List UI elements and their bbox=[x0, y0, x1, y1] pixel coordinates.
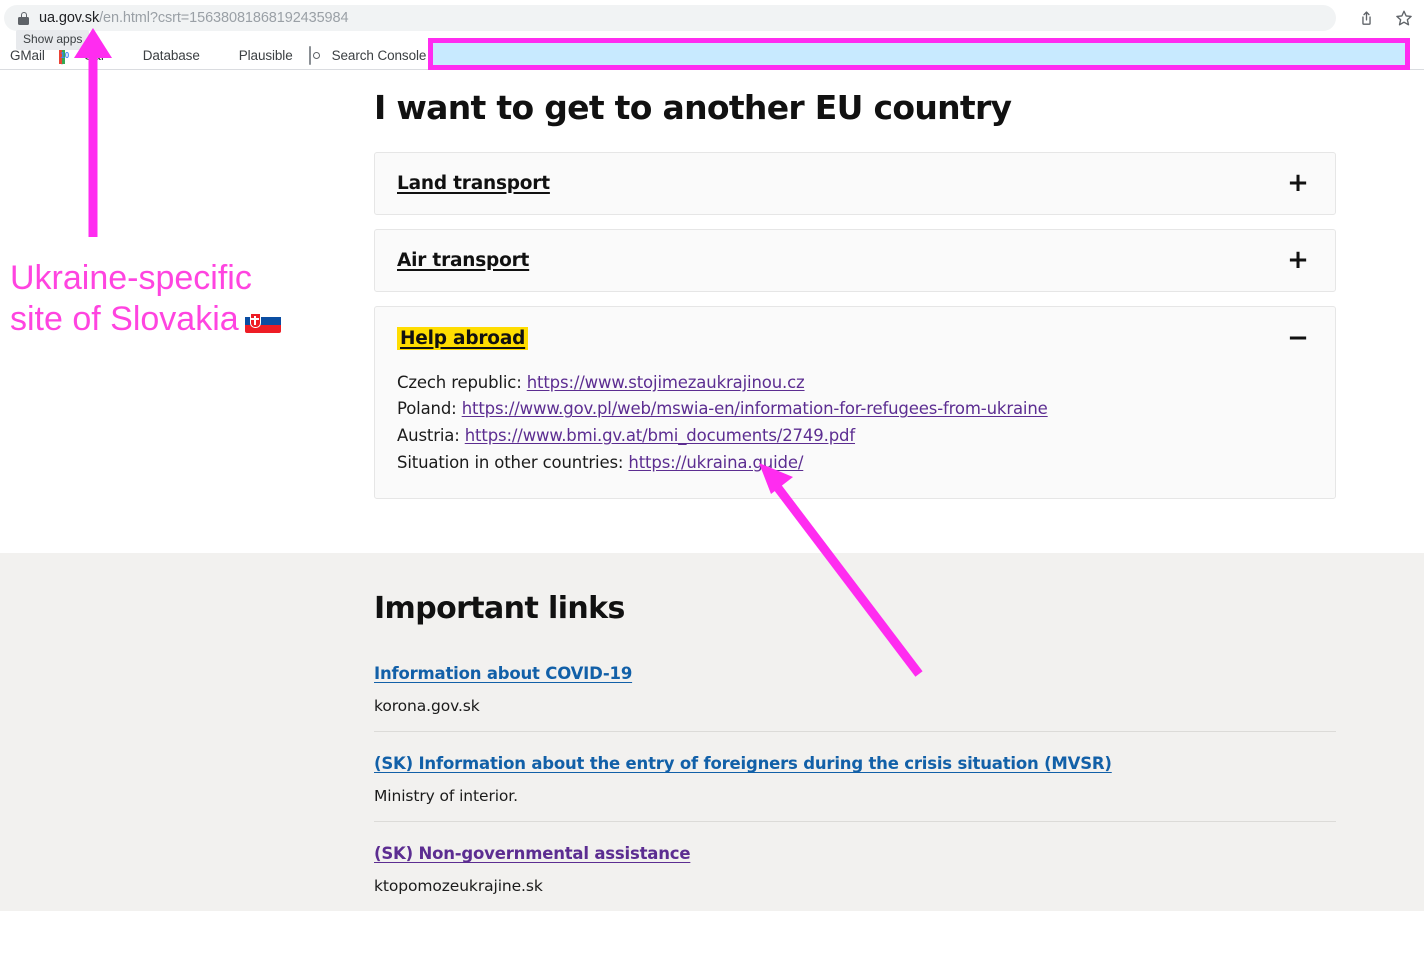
plus-icon[interactable]: + bbox=[1285, 170, 1311, 196]
search-console-icon bbox=[308, 46, 325, 65]
help-line-prefix: Situation in other countries: bbox=[397, 452, 629, 472]
redaction-highlight-box bbox=[428, 38, 1410, 70]
minus-icon[interactable]: − bbox=[1285, 325, 1311, 351]
accordion-title: Air transport bbox=[397, 249, 530, 271]
help-line: Czech republic: https://www.stojimezaukr… bbox=[397, 370, 1311, 397]
list-item: Information about COVID-19 korona.gov.sk bbox=[374, 664, 1336, 731]
section-title: Important links bbox=[374, 591, 625, 627]
accordion-body: Czech republic: https://www.stojimezaukr… bbox=[375, 370, 1335, 499]
accordion-title: Land transport bbox=[397, 172, 550, 194]
accordion-header[interactable]: Land transport + bbox=[375, 153, 1335, 214]
url-text: ua.gov.sk/en.html?csrt=15638081868192435… bbox=[39, 10, 349, 26]
url-domain: ua.gov.sk bbox=[39, 10, 100, 26]
bookmark-plausible[interactable]: Plausible bbox=[208, 45, 301, 65]
help-link[interactable]: https://ukraina.guide/ bbox=[628, 453, 803, 472]
accordion-header[interactable]: Air transport + bbox=[375, 230, 1335, 291]
bookmark-label: Database bbox=[142, 47, 200, 63]
entry-description: Ministry of interior. bbox=[374, 787, 518, 806]
list-item: (SK) Non-governmental assistance ktopomo… bbox=[374, 821, 1336, 911]
accordion-header[interactable]: Help abroad − bbox=[375, 307, 1335, 370]
list-item: (SK) Information about the entry of fore… bbox=[374, 731, 1336, 821]
speech-bubble-icon bbox=[216, 47, 232, 63]
help-line: Poland: https://www.gov.pl/web/mswia-en/… bbox=[397, 396, 1311, 423]
bookmark-label: Plausible bbox=[238, 47, 293, 63]
help-line: Austria: https://www.bmi.gv.at/bmi_docum… bbox=[397, 423, 1311, 450]
entry-description: korona.gov.sk bbox=[374, 697, 480, 716]
page-title: I want to get to another EU country bbox=[374, 88, 1012, 127]
accordion-item-help-abroad[interactable]: Help abroad − Czech republic: https://ww… bbox=[374, 305, 1336, 500]
plus-icon[interactable]: + bbox=[1285, 247, 1311, 273]
link-mvsr-foreigners[interactable]: (SK) Information about the entry of fore… bbox=[374, 754, 1112, 773]
help-link[interactable]: https://www.gov.pl/web/mswia-en/informat… bbox=[462, 399, 1048, 418]
page-content: I want to get to another EU country Land… bbox=[0, 70, 1424, 971]
omnibox-actions bbox=[1354, 6, 1416, 30]
bookmark-database[interactable]: Database bbox=[112, 45, 208, 65]
accordion-title: Help abroad bbox=[397, 326, 529, 350]
address-bar[interactable]: ua.gov.sk/en.html?csrt=15638081868192435… bbox=[4, 5, 1336, 31]
accordion-item-land-transport[interactable]: Land transport + bbox=[374, 151, 1336, 215]
transport-section: I want to get to another EU country Land… bbox=[0, 70, 1424, 554]
accordion-item-air-transport[interactable]: Air transport + bbox=[374, 228, 1336, 292]
help-line-prefix: Austria: bbox=[397, 426, 465, 446]
bookmark-search-console[interactable]: Search Console bbox=[301, 45, 435, 65]
show-apps-tooltip: Show apps bbox=[16, 30, 90, 51]
url-path: /en.html?csrt=15638081868192435984 bbox=[99, 10, 349, 26]
link-covid19[interactable]: Information about COVID-19 bbox=[374, 664, 632, 683]
help-link[interactable]: https://www.bmi.gv.at/bmi_documents/2749… bbox=[465, 426, 855, 445]
omnibox-row: ua.gov.sk/en.html?csrt=15638081868192435… bbox=[0, 0, 1424, 36]
database-icon bbox=[120, 47, 136, 63]
share-icon[interactable] bbox=[1354, 6, 1378, 30]
important-links-section: Important links Information about COVID-… bbox=[0, 553, 1424, 912]
help-link[interactable]: https://www.stojimezaukrajinou.cz bbox=[527, 373, 805, 392]
link-non-governmental-assistance[interactable]: (SK) Non-governmental assistance bbox=[374, 844, 691, 863]
star-icon[interactable] bbox=[1392, 6, 1416, 30]
help-line-prefix: Poland: bbox=[397, 399, 462, 419]
help-line: Situation in other countries: https://uk… bbox=[397, 450, 1311, 477]
screenshot-root: ua.gov.sk/en.html?csrt=15638081868192435… bbox=[0, 0, 1424, 971]
entry-description: ktopomozeukrajine.sk bbox=[374, 877, 543, 896]
help-line-prefix: Czech republic: bbox=[397, 372, 527, 392]
lock-icon bbox=[18, 11, 29, 25]
bookmark-label: Search Console bbox=[331, 47, 427, 63]
